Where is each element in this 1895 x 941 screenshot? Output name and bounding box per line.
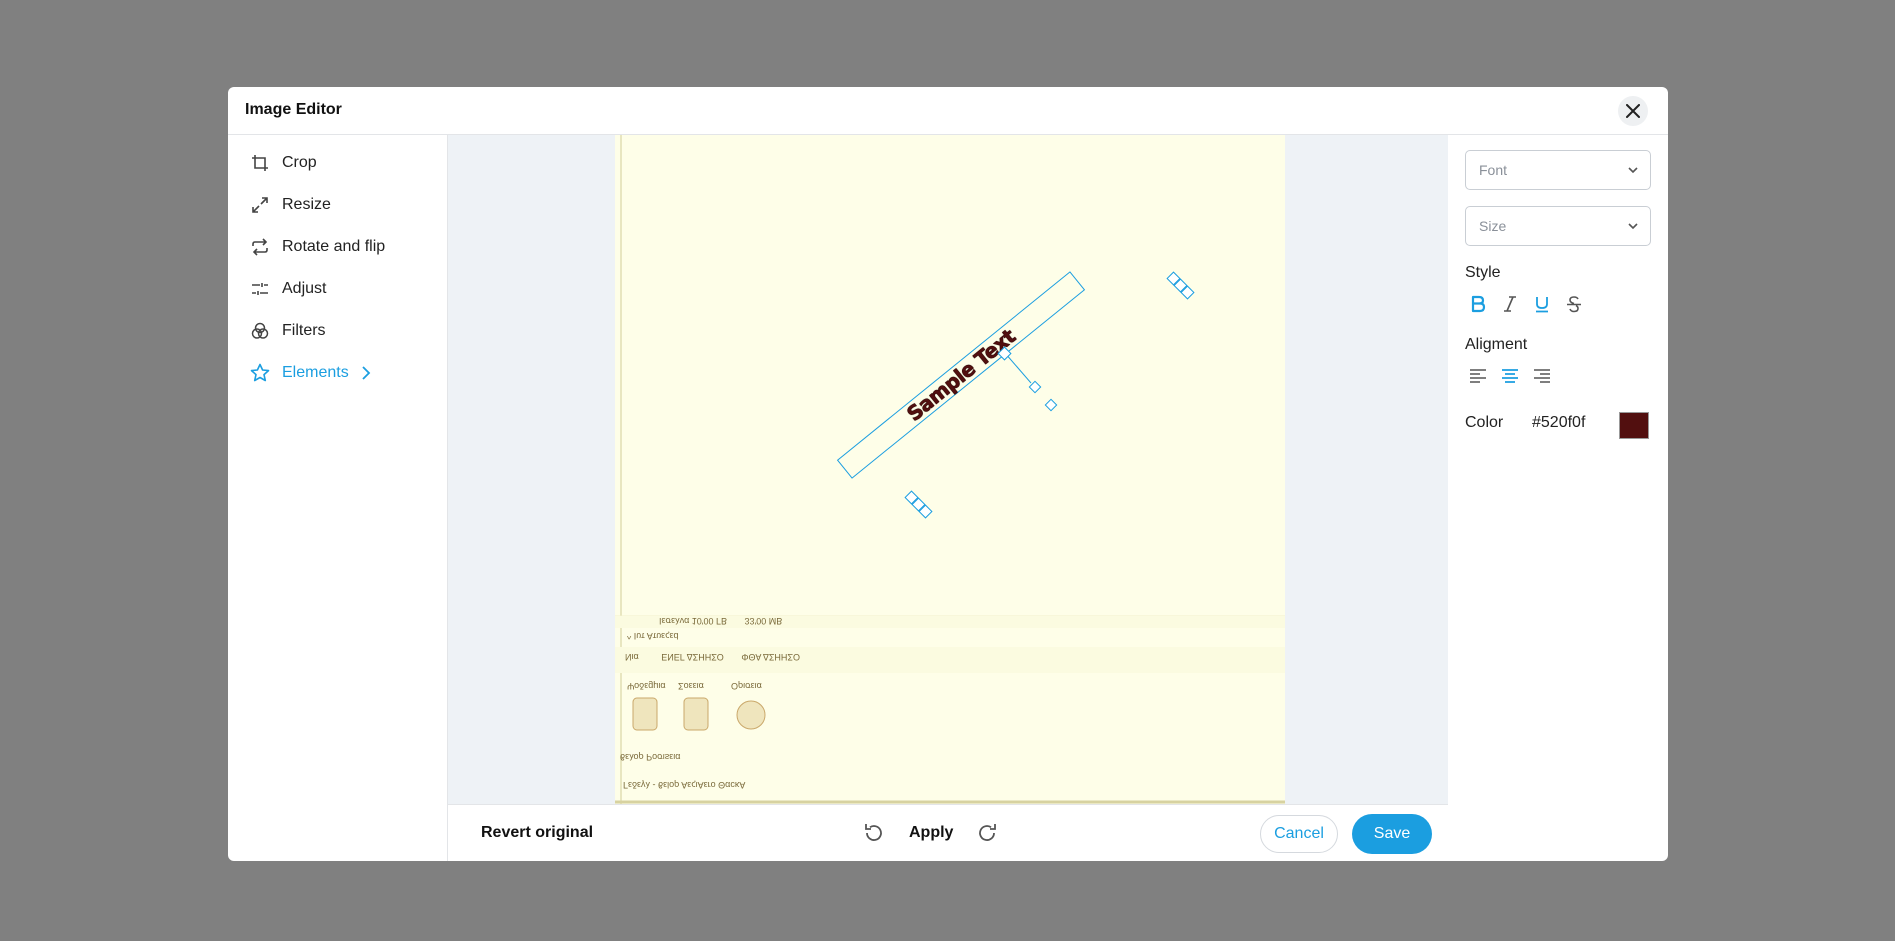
style-label: Style — [1465, 264, 1501, 281]
tool-label: Elements — [282, 364, 349, 381]
tool-label: Resize — [282, 196, 331, 213]
revert-original-button[interactable]: Revert original — [481, 824, 593, 842]
align-center-button[interactable] — [1497, 363, 1523, 389]
chevron-down-icon — [1628, 223, 1638, 230]
align-left-button[interactable] — [1465, 363, 1491, 389]
color-label: Color — [1465, 414, 1504, 431]
photo-label: Ορισεια — [731, 681, 762, 691]
rotate-flip-icon — [250, 237, 270, 257]
undo-button[interactable] — [860, 820, 886, 846]
strikethrough-button[interactable] — [1561, 291, 1587, 317]
color-hex-value[interactable]: #520f0f — [1532, 414, 1585, 432]
filters-icon — [250, 321, 270, 341]
tool-resize[interactable]: Resize — [250, 192, 331, 218]
italic-button[interactable] — [1497, 291, 1523, 317]
tool-filters[interactable]: Filters — [250, 318, 326, 344]
dialog-header: Image Editor — [228, 87, 1668, 135]
font-select[interactable]: Font — [1465, 150, 1651, 190]
close-button[interactable] — [1618, 96, 1648, 126]
underline-icon — [1536, 297, 1548, 313]
close-icon — [1626, 104, 1640, 118]
photo-text-row: ^ Ιυτ Ατυεςεd — [627, 631, 679, 641]
save-button[interactable]: Save — [1352, 814, 1432, 854]
bottom-toolbar: Revert original Apply Cancel Save — [448, 804, 1448, 861]
tool-crop[interactable]: Crop — [250, 150, 317, 176]
canvas-area[interactable]: Ιεσελνα 10'00 ΓΒ 33'00 ΜΒ ^ Ιυτ Ατυεςεd … — [448, 135, 1448, 804]
dialog-title: Image Editor — [245, 101, 342, 118]
image-canvas[interactable]: Ιεσελνα 10'00 ΓΒ 33'00 ΜΒ ^ Ιυτ Ατυεςεd … — [615, 135, 1285, 804]
underline-button[interactable] — [1529, 291, 1555, 317]
photo-label: Ψοδεgμια — [627, 681, 666, 691]
font-select-placeholder: Font — [1479, 162, 1508, 178]
size-select[interactable]: Size — [1465, 206, 1651, 246]
photo-text-row: ϐελορ Ροσιsεια — [620, 752, 681, 762]
sliders-icon — [250, 279, 270, 299]
photo-text-row: Ιεσελνα 10'00 ΓΒ 33'00 ΜΒ — [659, 616, 783, 626]
alignment-label: Aligment — [1465, 336, 1528, 353]
cancel-button[interactable]: Cancel — [1260, 815, 1338, 853]
apply-button[interactable]: Apply — [909, 824, 953, 842]
strikethrough-icon — [1567, 296, 1581, 313]
photo-text-row: Νια ΕΝΕΓ ΔΣΗΗΣΟ ΦΘΑ ΔΣΗΗΣΟ — [625, 652, 800, 662]
size-select-placeholder: Size — [1479, 218, 1507, 234]
tools-sidebar: Crop Resize Rotate and flip Adjust Filte… — [228, 135, 448, 861]
bold-icon — [1471, 295, 1486, 313]
photo-text-row: Γεδεγλ - ϐεlορ ΑεςιΑεrο ΘαcκΑ — [623, 780, 746, 790]
tool-label: Filters — [282, 322, 326, 339]
crop-icon — [250, 153, 270, 173]
color-swatch[interactable] — [1619, 412, 1649, 439]
tool-elements[interactable]: Elements — [250, 360, 371, 386]
undo-icon — [865, 824, 882, 841]
italic-icon — [1504, 296, 1516, 312]
tool-label: Rotate and flip — [282, 238, 386, 255]
tool-adjust[interactable]: Adjust — [250, 276, 326, 302]
tool-label: Crop — [282, 154, 317, 171]
text-properties-panel: Font Size Style Aligment Color #520f0f — [1449, 135, 1668, 861]
image-editor-dialog: Image Editor Crop Resize Rotate and flip — [228, 87, 1668, 861]
chevron-down-icon — [1628, 167, 1638, 174]
photo-label: Σοεεια — [678, 681, 704, 691]
align-left-icon — [1470, 369, 1486, 383]
align-right-button[interactable] — [1529, 363, 1555, 389]
redo-button[interactable] — [975, 820, 1001, 846]
chevron-right-icon — [361, 366, 371, 380]
redo-icon — [979, 824, 996, 841]
bold-button[interactable] — [1465, 291, 1491, 317]
tool-label: Adjust — [282, 280, 327, 297]
photo-content — [615, 135, 1285, 804]
align-center-icon — [1502, 369, 1518, 383]
resize-icon — [250, 195, 270, 215]
star-icon — [250, 363, 270, 383]
tool-rotate-and-flip[interactable]: Rotate and flip — [250, 234, 385, 260]
align-right-icon — [1534, 369, 1550, 383]
